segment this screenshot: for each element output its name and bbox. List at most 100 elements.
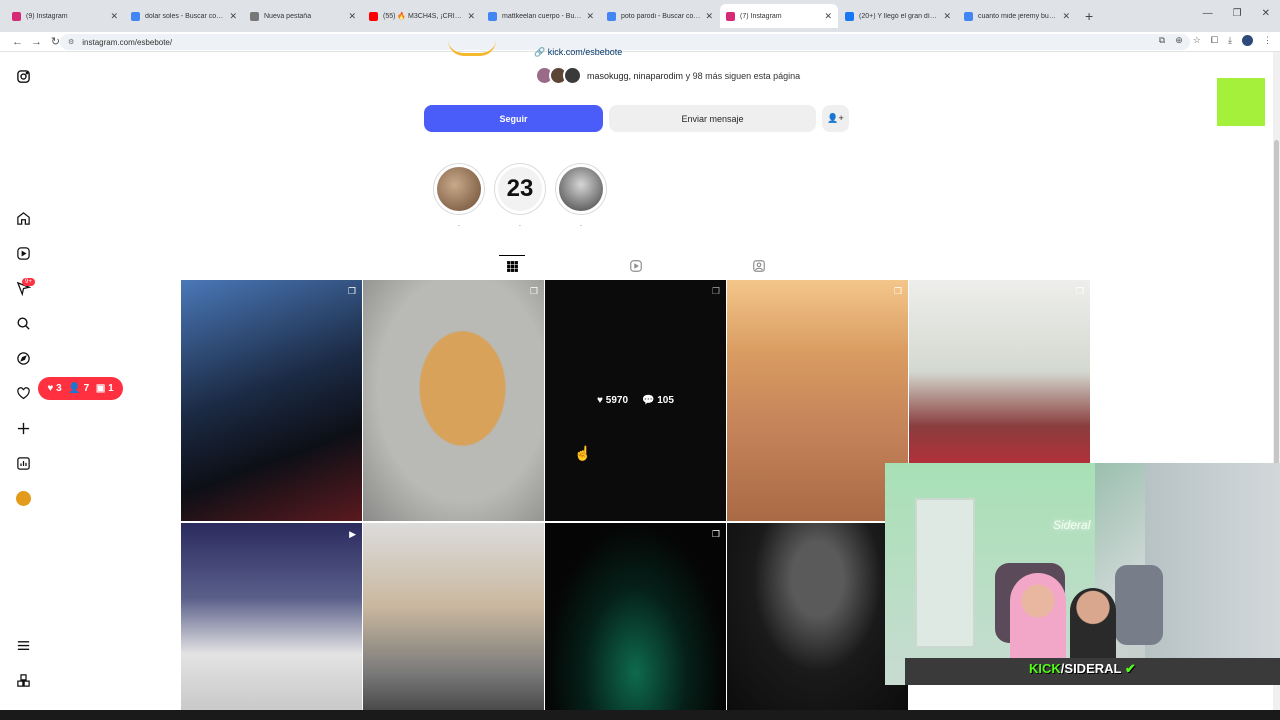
notifications-heart-icon[interactable] [12, 382, 34, 404]
post-thumbnail[interactable]: ❐ [727, 280, 908, 521]
close-icon[interactable]: ✕ [467, 11, 475, 22]
browser-tab[interactable]: poto parodi - Buscar con Googl… ✕ [601, 4, 719, 28]
kick-brand: KICK [1029, 661, 1061, 676]
browser-tab[interactable]: dolar soles - Buscar con Google ✕ [125, 4, 243, 28]
story-highlight[interactable] [555, 163, 607, 215]
post-thumbnail[interactable]: ❐ [909, 280, 1090, 463]
post-thumbnail[interactable]: ▶ [181, 523, 362, 710]
address-bar[interactable]: ⚙ instagram.com/esbebote/ [60, 34, 1190, 50]
post-thumbnail[interactable]: ❐ [363, 280, 544, 521]
new-tab-icon[interactable]: + [1085, 8, 1093, 24]
instagram-logo-icon[interactable] [12, 65, 34, 87]
post-thumbnail[interactable]: ❐ [545, 523, 726, 710]
tab-title: Nueva pestaña [264, 12, 312, 20]
verified-icon: ✔ [1124, 661, 1136, 676]
profile-avatar-icon[interactable] [1242, 35, 1253, 46]
browser-tab-active[interactable]: (7) Instagram ✕ [720, 4, 838, 28]
webcam-wardrobe [915, 498, 975, 648]
tab-title: poto parodi - Buscar con Googl… [621, 12, 701, 20]
also-from-meta-icon[interactable] [12, 669, 34, 691]
post-thumbnail[interactable]: ❐ [181, 280, 362, 521]
activity-notification-bubble[interactable]: ♥ 3 👤 7 ▣ 1 [38, 377, 123, 400]
search-icon[interactable] [12, 312, 34, 334]
browser-tab[interactable]: (20+) Y llegó el gran día... Hoy…✕ [839, 4, 957, 28]
browser-tab[interactable]: mattkeelan cuerpo - Buscar con … ✕ [482, 4, 600, 28]
profile-picture-ring[interactable] [448, 40, 496, 56]
close-icon[interactable]: ✕ [943, 11, 951, 22]
highlight-cover [437, 167, 481, 211]
suggested-accounts-icon[interactable]: 👤+ [822, 105, 849, 132]
tab-title: mattkeelan cuerpo - Buscar con … [502, 12, 582, 20]
tab-posts-grid-icon[interactable] [499, 255, 525, 277]
tab-reels-icon[interactable] [623, 255, 649, 277]
send-message-button[interactable]: Enviar mensaje [609, 105, 816, 132]
close-icon[interactable]: ✕ [229, 11, 237, 22]
install-icon[interactable]: ⧉ [1159, 35, 1165, 46]
window-close-icon[interactable]: ✕ [1262, 8, 1270, 19]
follows-value: 7 [83, 383, 90, 394]
bottom-strip [0, 710, 1280, 720]
url-text: instagram.com/esbebote/ [82, 37, 173, 47]
site-info-icon[interactable]: ⚙ [68, 38, 74, 46]
google-favicon-icon [964, 11, 973, 21]
follows-count: 👤 7 [68, 383, 90, 394]
story-highlight[interactable]: 23 [494, 163, 546, 215]
post-likes-value: 5970 [605, 395, 629, 406]
profile-content-tabs [181, 255, 1091, 279]
kick-channel-tag: KICK/SIDERAL ✔ [1029, 661, 1136, 677]
instagram-favicon-icon [12, 11, 21, 21]
tags-count: ▣ 1 [95, 383, 114, 394]
close-icon[interactable]: ✕ [348, 11, 356, 22]
carousel-icon: ❐ [529, 286, 538, 296]
zoom-icon[interactable]: ⊕ [1175, 35, 1183, 46]
carousel-icon: ❐ [347, 286, 356, 296]
profile-avatar-icon[interactable] [12, 487, 34, 509]
facebook-favicon-icon [845, 11, 854, 21]
post-comments: 💬 105 [642, 395, 674, 406]
back-icon[interactable]: ← [8, 36, 27, 48]
minimize-icon[interactable]: — [1203, 8, 1213, 19]
highlight-label: . [458, 222, 460, 228]
explore-compass-icon[interactable] [12, 347, 34, 369]
close-icon[interactable]: ✕ [110, 11, 118, 22]
story-highlight[interactable] [433, 163, 485, 215]
post-thumbnail[interactable] [363, 523, 544, 710]
more-menu-icon[interactable] [12, 634, 34, 656]
dashboard-icon[interactable] [12, 452, 34, 474]
close-icon[interactable]: ✕ [824, 11, 832, 22]
create-plus-icon[interactable] [12, 417, 34, 439]
followed-by-names: masokugg, ninaparodim [587, 70, 684, 81]
browser-tab[interactable]: Nueva pestaña ✕ [244, 4, 362, 28]
browser-tab[interactable]: (55) 🔥 M3CH4S, ¡CRISTO es DI…✕ [363, 4, 481, 28]
post-thumbnail[interactable] [727, 523, 908, 710]
download-icon[interactable]: ⤓ [1228, 35, 1232, 46]
bookmark-star-icon[interactable]: ☆ [1193, 35, 1201, 46]
maximize-icon[interactable]: ❐ [1233, 8, 1242, 19]
tab-title: (9) Instagram [26, 12, 68, 20]
forward-icon[interactable]: → [27, 36, 46, 48]
reels-icon[interactable] [12, 242, 34, 264]
post-likes: ♥ 5970 [597, 395, 629, 406]
carousel-icon: ❐ [1075, 286, 1084, 296]
extensions-icon[interactable]: ⧠ [1211, 35, 1218, 46]
webcam-curtain [1145, 463, 1280, 685]
browser-tab[interactable]: cuanto mide jeremy buen dia - … ✕ [958, 4, 1076, 28]
post-thumbnail-hovered[interactable]: ❐ ♥ 5970 💬 105 [545, 280, 726, 521]
close-icon[interactable]: ✕ [705, 11, 713, 22]
browser-tab-bar: (9) Instagram ✕ dolar soles - Buscar con … [0, 0, 1280, 32]
close-icon[interactable]: ✕ [1062, 11, 1070, 22]
profile-external-link[interactable]: 🔗 kick.com/esbebote [534, 47, 622, 58]
browser-toolbar: ← → ↻ ⚙ instagram.com/esbebote/ ⧉ ⊕ ☆ ⧠ … [0, 32, 1280, 52]
google-favicon-icon [607, 11, 616, 21]
follow-button[interactable]: Seguir [424, 105, 603, 132]
menu-kebab-icon[interactable]: ⋮ [1263, 35, 1272, 46]
post-comments-value: 105 [657, 395, 674, 406]
tab-title: dolar soles - Buscar con Google [145, 12, 225, 20]
browser-tab[interactable]: (9) Instagram ✕ [6, 4, 124, 28]
home-icon[interactable] [12, 207, 34, 229]
tab-tagged-icon[interactable] [746, 255, 772, 277]
close-icon[interactable]: ✕ [586, 11, 594, 22]
followed-by[interactable]: masokugg, ninaparodim y 98 más siguen es… [535, 66, 800, 85]
followed-by-text: masokugg, ninaparodim y 98 más siguen es… [587, 71, 800, 81]
highlight-label: . [519, 222, 521, 228]
